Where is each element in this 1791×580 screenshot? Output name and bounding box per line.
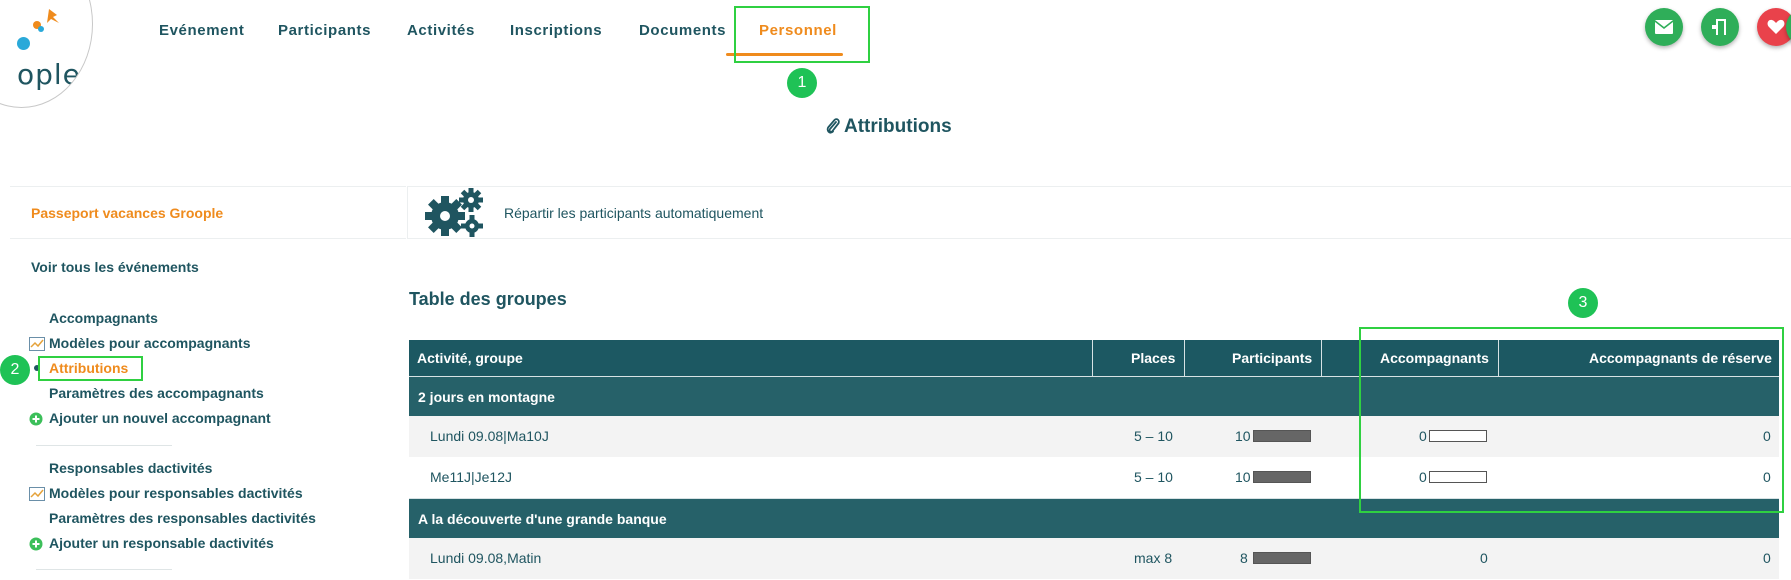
- cell-companions: 0: [1480, 550, 1488, 566]
- cell-participants: 8: [1240, 550, 1248, 566]
- auto-row-bottom-line: [407, 238, 1791, 239]
- template-icon: [29, 487, 45, 501]
- participants-progress-bar: [1253, 471, 1311, 483]
- col-separator: [1092, 340, 1093, 376]
- sidebar-divider: [10, 186, 406, 187]
- add-icon: [29, 412, 43, 426]
- gears-icon[interactable]: [421, 186, 493, 240]
- nav-evenement[interactable]: Evénement: [159, 22, 244, 39]
- envelope-icon: [1655, 20, 1673, 34]
- logo-text: ople: [17, 25, 92, 91]
- sidebar-event-name[interactable]: Passeport vacances Groople: [31, 205, 223, 221]
- sidebar-separator: [36, 445, 172, 446]
- template-icon: [29, 337, 45, 351]
- nav-participants[interactable]: Participants: [278, 22, 371, 39]
- sidebar-item-modeles-accompagnants[interactable]: Modèles pour accompagnants: [49, 335, 250, 351]
- highlight-box-attributions: [38, 356, 143, 381]
- participants-progress-fill: [1254, 431, 1310, 441]
- sidebar-item-parametres-responsables[interactable]: Paramètres des responsables dactivités: [49, 510, 316, 526]
- groople-logo[interactable]: ople: [0, 0, 93, 108]
- cell-activity[interactable]: Me11J|Je12J: [430, 457, 512, 498]
- participants-progress-fill: [1254, 472, 1310, 482]
- col-places-header[interactable]: Places: [1131, 340, 1175, 376]
- auto-row-top-line: [407, 186, 1791, 187]
- participants-progress-fill: [1254, 553, 1310, 563]
- cell-places: 5 – 10: [1134, 469, 1173, 485]
- cell-participants: 10: [1235, 469, 1251, 485]
- nav-documents[interactable]: Documents: [639, 22, 726, 39]
- sidebar-item-modeles-responsables[interactable]: Modèles pour responsables dactivités: [49, 485, 303, 501]
- sidebar-item-accompagnants[interactable]: Accompagnants: [49, 310, 158, 326]
- sidebar-divider: [10, 238, 406, 239]
- logo-dot: [17, 37, 30, 50]
- annotation-badge-3: 3: [1568, 288, 1598, 318]
- participants-progress-bar: [1253, 552, 1311, 564]
- auto-assign-link[interactable]: Répartir les participants automatiquemen…: [504, 205, 763, 221]
- sidebar-item-ajouter-responsable[interactable]: Ajouter un responsable dactivités: [49, 535, 274, 551]
- cell-activity[interactable]: Lundi 09.08,Matin: [430, 538, 541, 579]
- add-icon: [29, 537, 43, 551]
- col-separator: [1321, 340, 1322, 376]
- table-row[interactable]: Lundi 09.08,Matin max 8 8 0 0: [409, 538, 1779, 579]
- page-title-text: Attributions: [844, 116, 952, 137]
- sidebar-item-responsables[interactable]: Responsables dactivités: [49, 460, 212, 476]
- cell-places: max 8: [1134, 550, 1173, 566]
- nav-inscriptions[interactable]: Inscriptions: [510, 22, 602, 39]
- page-title: Attributions: [826, 116, 952, 138]
- mail-button[interactable]: [1645, 8, 1683, 46]
- cell-participants: 10: [1235, 428, 1251, 444]
- annotation-badge-2: 2: [0, 355, 30, 385]
- group-name: A la découverte d'une grande banque: [418, 511, 667, 527]
- cell-activity[interactable]: Lundi 09.08|Ma10J: [430, 416, 549, 457]
- annotation-badge-1: 1: [787, 68, 817, 98]
- col-participants-header[interactable]: Participants: [1232, 340, 1312, 376]
- group-name: 2 jours en montagne: [418, 389, 555, 405]
- logo-wordmark: ople: [17, 58, 81, 91]
- highlight-box-companions: [1359, 327, 1784, 513]
- sidebar-all-events[interactable]: Voir tous les événements: [31, 259, 199, 275]
- sidebar-separator: [36, 569, 172, 570]
- groups-table-title: Table des groupes: [409, 289, 567, 309]
- cell-places: 5 – 10: [1134, 428, 1173, 444]
- nav-activites[interactable]: Activités: [407, 22, 475, 39]
- paperclip-icon: [826, 118, 840, 134]
- highlight-box-personnel: [734, 6, 870, 63]
- cell-reserve: 0: [1763, 550, 1771, 566]
- heart-icon: [1767, 19, 1785, 34]
- door-exit-icon: [1712, 19, 1726, 35]
- sidebar-item-parametres-accompagnants[interactable]: Paramètres des accompagnants: [49, 385, 264, 401]
- participants-progress-bar: [1253, 430, 1311, 442]
- logout-button[interactable]: [1701, 8, 1739, 46]
- sidebar-item-ajouter-accompagnant[interactable]: Ajouter un nouvel accompagnant: [49, 410, 271, 426]
- col-activity-header[interactable]: Activité, groupe: [417, 340, 523, 376]
- col-separator: [1184, 340, 1185, 376]
- auto-row-separator: [407, 186, 408, 238]
